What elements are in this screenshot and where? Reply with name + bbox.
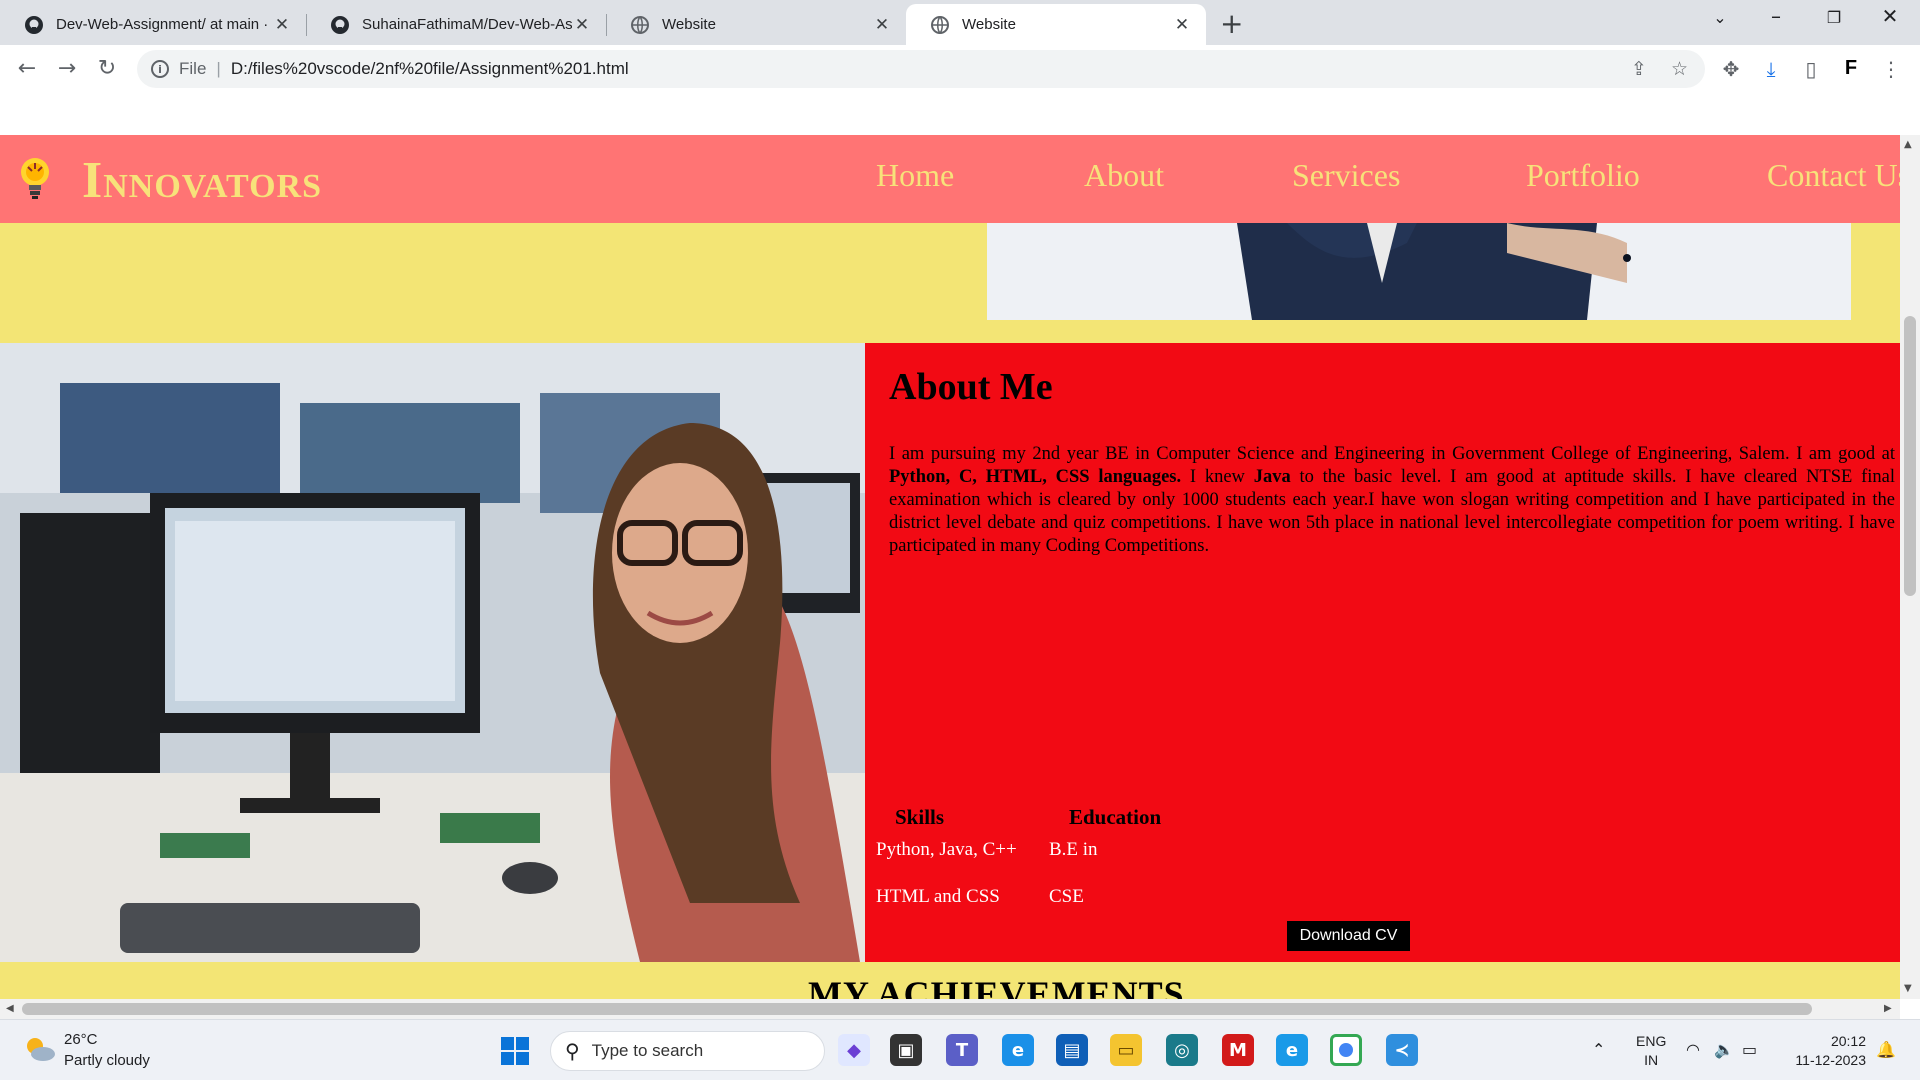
vscode-icon[interactable]: ≺ — [1386, 1034, 1418, 1066]
tab-label: Website — [962, 16, 1016, 33]
hero-image — [987, 223, 1851, 320]
tab-label: Website — [662, 16, 716, 33]
skill-item: Python, Java, C++ — [876, 839, 1017, 860]
site-header: INNOVATORS Home About Services Portfolio… — [0, 135, 1900, 223]
skills-heading: Skills — [895, 805, 945, 829]
copilot-icon[interactable]: ◆ — [838, 1034, 870, 1066]
system-clock[interactable]: 20:12 11-12-2023 — [1786, 1032, 1866, 1070]
browser-tab-strip: Dev-Web-Assignment/ at main · ✕ SuhainaF… — [0, 0, 1920, 45]
education-item: B.E in — [1049, 839, 1098, 860]
chrome-icon[interactable] — [1330, 1034, 1362, 1066]
address-bar[interactable]: i File | D:/files%20vscode/2nf%20file/As… — [137, 50, 1705, 88]
url-text: D:/files%20vscode/2nf%20file/Assignment%… — [230, 59, 629, 78]
tab-website-1[interactable]: Website ✕ — [606, 4, 906, 45]
page-viewport: INNOVATORS Home About Services Portfolio… — [0, 135, 1900, 999]
browser-toolbar: ← → ↻ i File | D:/files%20vscode/2nf%20f… — [0, 45, 1920, 93]
horizontal-scrollbar[interactable]: ◀ ▶ — [0, 999, 1900, 1019]
bookmark-star-icon[interactable]: ☆ — [1671, 58, 1688, 80]
about-photo — [0, 343, 865, 962]
weather-temperature[interactable]: 26°C — [64, 1031, 98, 1048]
share-icon[interactable]: ⇪ — [1631, 58, 1647, 80]
info-icon[interactable]: i — [151, 60, 169, 78]
partly-cloudy-icon[interactable] — [22, 1034, 56, 1064]
taskbar-search[interactable]: ⚲ Type to search — [550, 1031, 825, 1071]
achievements-heading: MY ACHIEVEMENTS — [808, 974, 1185, 999]
chevron-up-icon[interactable]: ⌃ — [1592, 1040, 1605, 1059]
about-title: About Me — [889, 366, 1053, 408]
nav-home[interactable]: Home — [876, 157, 954, 194]
profile-avatar[interactable]: F — [1837, 57, 1865, 80]
edge-beta-icon[interactable]: e — [1002, 1034, 1034, 1066]
notification-bell-icon[interactable]: 🔔 — [1876, 1040, 1896, 1059]
tab-label: Dev-Web-Assignment/ at main · — [56, 16, 269, 33]
vertical-scrollbar[interactable]: ▲ ▼ — [1900, 135, 1920, 999]
back-button[interactable]: ← — [12, 56, 42, 81]
app-icon[interactable]: ◎ — [1166, 1034, 1198, 1066]
tab-website-active[interactable]: Website ✕ — [906, 4, 1206, 45]
close-icon[interactable]: ✕ — [272, 15, 292, 35]
volume-icon[interactable]: 🔈 — [1714, 1040, 1734, 1059]
nav-services[interactable]: Services — [1292, 157, 1400, 194]
close-icon[interactable]: ✕ — [872, 15, 892, 35]
globe-icon — [930, 15, 950, 35]
lightbulb-logo-icon — [21, 158, 49, 199]
teams-icon[interactable]: T — [946, 1034, 978, 1066]
task-view-icon[interactable]: ▣ — [890, 1034, 922, 1066]
restore-button[interactable]: ❐ — [1806, 8, 1862, 27]
github-icon — [330, 15, 350, 35]
about-section: About Me I am pursuing my 2nd year BE in… — [865, 343, 1900, 962]
about-description: I am pursuing my 2nd year BE in Computer… — [889, 444, 1896, 556]
tab-search-icon[interactable]: ⌄ — [1692, 8, 1748, 27]
close-icon[interactable]: ✕ — [572, 15, 592, 35]
menu-kebab-icon[interactable]: ⋮ — [1877, 57, 1905, 81]
education-heading: Education — [1069, 805, 1162, 829]
nav-contact-us[interactable]: Contact Us — [1767, 157, 1900, 194]
site-brand[interactable]: INNOVATORS — [82, 151, 322, 210]
battery-icon[interactable]: ▭ — [1742, 1040, 1757, 1059]
download-cv-button[interactable]: Download CV — [1287, 921, 1410, 951]
minimize-button[interactable]: – — [1748, 4, 1804, 28]
globe-icon — [630, 15, 650, 35]
skill-item: HTML and CSS — [876, 886, 1000, 907]
edge-icon[interactable]: e — [1276, 1034, 1308, 1066]
weather-description[interactable]: Partly cloudy — [64, 1052, 150, 1069]
file-explorer-icon[interactable]: ▭ — [1110, 1034, 1142, 1066]
search-icon: ⚲ — [565, 1039, 580, 1063]
windows-taskbar: 26°C Partly cloudy ⚲ Type to search ◆ ▣ … — [0, 1019, 1920, 1080]
education-item: CSE — [1049, 886, 1084, 907]
nav-portfolio[interactable]: Portfolio — [1526, 157, 1640, 194]
tab-github-assignment[interactable]: Dev-Web-Assignment/ at main · ✕ — [0, 4, 306, 45]
download-icon[interactable]: ⤓ — [1757, 57, 1785, 81]
reload-button[interactable]: ↻ — [92, 56, 122, 81]
wifi-icon[interactable]: ◠ — [1686, 1040, 1700, 1059]
search-placeholder: Type to search — [591, 1041, 704, 1060]
extensions-puzzle-icon[interactable]: ✥ — [1717, 57, 1745, 81]
forward-button[interactable]: → — [52, 56, 82, 81]
windows-start-icon[interactable] — [501, 1037, 529, 1065]
close-window-button[interactable]: ✕ — [1862, 4, 1918, 28]
store-icon[interactable]: ▤ — [1056, 1034, 1088, 1066]
github-icon — [24, 15, 44, 35]
close-icon[interactable]: ✕ — [1172, 15, 1192, 35]
language-indicator[interactable]: ENG IN — [1636, 1032, 1666, 1070]
url-scheme: File — [179, 59, 207, 78]
mcafee-icon[interactable]: M — [1222, 1034, 1254, 1066]
tab-label: SuhainaFathimaM/Dev-Web-Ass — [362, 16, 572, 33]
nav-about[interactable]: About — [1084, 157, 1164, 194]
tab-github-repo[interactable]: SuhainaFathimaM/Dev-Web-Ass ✕ — [306, 4, 606, 45]
new-tab-button[interactable]: + — [1220, 7, 1243, 40]
side-panel-icon[interactable]: ▯ — [1797, 57, 1825, 81]
